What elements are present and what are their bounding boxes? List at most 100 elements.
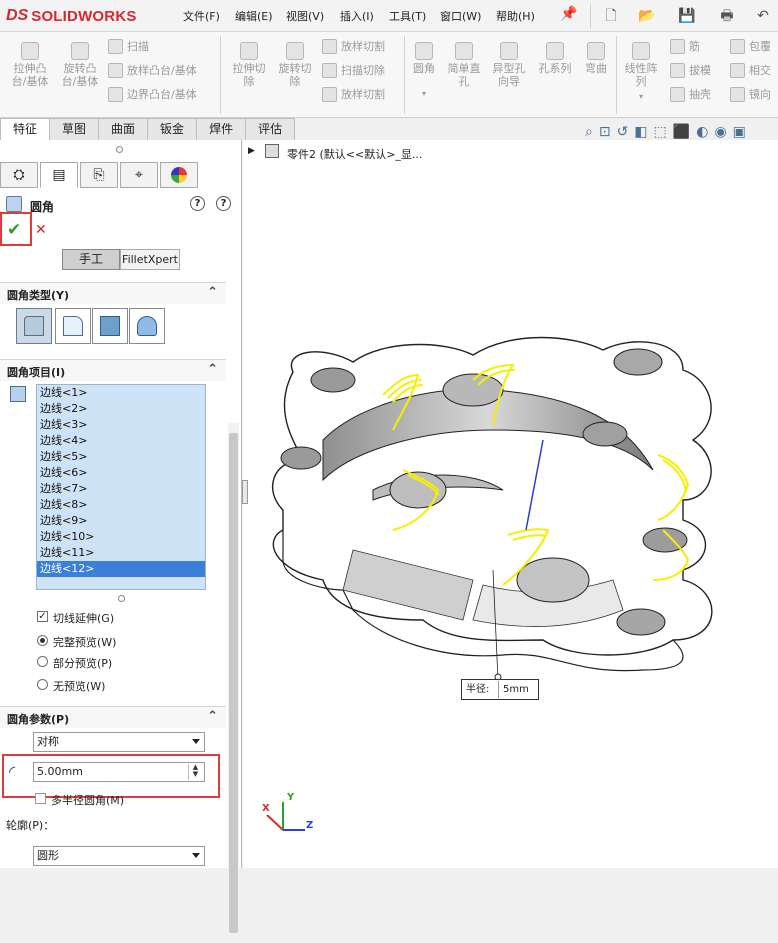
tab-evaluate[interactable]: 评估 <box>245 118 296 140</box>
manual-mode-button[interactable]: 手工 <box>62 249 120 270</box>
loft-boss-button[interactable]: 放样凸台/基体 <box>108 62 197 78</box>
cancel-x-icon[interactable]: ✕ <box>35 222 47 238</box>
lofted-cut-button[interactable]: 放样切割 <box>322 38 385 54</box>
help-icon[interactable]: ? <box>216 196 231 211</box>
appearance-icon[interactable]: ◉ <box>714 124 726 140</box>
draft-button[interactable]: 拔模 <box>670 62 711 78</box>
flex-button[interactable]: 弯曲 <box>578 42 614 75</box>
open-folder-icon[interactable]: 📂 <box>636 5 658 25</box>
menu-file[interactable]: 文件(F) <box>183 8 220 24</box>
tab-property-manager[interactable]: ▤ <box>40 162 78 188</box>
boundary-boss-button[interactable]: 边界凸台/基体 <box>108 86 197 102</box>
radius-input[interactable]: 5.00mm ▲ ▼ <box>33 762 205 782</box>
panel-scrollbar[interactable] <box>228 423 239 943</box>
fillet-type-header[interactable]: 圆角类型(Y) ⌃ <box>0 282 226 304</box>
panel-splitter-handle[interactable] <box>116 146 123 153</box>
revolve-cut-button[interactable]: 旋转切 除 <box>272 42 318 88</box>
linear-pattern-button[interactable]: 线性阵 列 ▾ <box>618 42 664 103</box>
list-resize-handle[interactable] <box>118 595 125 602</box>
fillet-method-select[interactable]: 对称 <box>33 732 205 752</box>
edge-list[interactable]: 边线<1> 边线<2> 边线<3> 边线<4> 边线<5> 边线<6> 边线<7… <box>36 384 206 590</box>
undo-icon[interactable]: ↶ <box>752 5 774 25</box>
chevron-up-icon[interactable]: ⌃ <box>207 285 218 300</box>
face-fillet-button[interactable] <box>92 308 128 344</box>
list-item[interactable]: 边线<11> <box>37 545 205 561</box>
pattern-dropdown-icon[interactable]: ▾ <box>618 90 664 103</box>
menu-insert[interactable]: 插入(I) <box>340 8 374 24</box>
scene-icon[interactable]: ▣ <box>733 124 746 140</box>
tab-sketch[interactable]: 草图 <box>49 118 100 140</box>
chevron-up-icon[interactable]: ⌃ <box>207 709 218 724</box>
list-item[interactable]: 边线<7> <box>37 481 205 497</box>
list-item[interactable]: 边线<5> <box>37 449 205 465</box>
list-item[interactable]: 边线<1> <box>37 385 205 401</box>
swept-cut-button[interactable]: 扫描切除 <box>322 62 385 78</box>
new-document-icon[interactable]: 🗋 <box>600 5 622 25</box>
mirror-button[interactable]: 镜向 <box>730 86 771 102</box>
menu-window[interactable]: 窗口(W) <box>440 8 481 24</box>
rib-button[interactable]: 筋 <box>670 38 711 54</box>
list-item[interactable]: 边线<9> <box>37 513 205 529</box>
tab-dimxpert-manager[interactable]: ⌖ <box>120 162 158 188</box>
menu-edit[interactable]: 编辑(E) <box>235 8 273 24</box>
fillet-params-header[interactable]: 圆角参数(P) ⌃ <box>0 706 226 728</box>
callout-value[interactable]: 5mm <box>498 681 538 698</box>
hide-show-icon[interactable]: ◐ <box>696 124 708 140</box>
tab-feature-manager[interactable]: ⛭ <box>0 162 38 188</box>
tab-sheet-metal[interactable]: 钣金 <box>147 118 198 140</box>
hole-series-button[interactable]: 孔系列 <box>532 42 578 75</box>
simple-hole-button[interactable]: 简单直 孔 <box>442 42 486 88</box>
extrude-cut-button[interactable]: 拉伸切 除 <box>226 42 272 88</box>
no-preview-radio[interactable] <box>37 679 48 690</box>
shell-button[interactable]: 抽壳 <box>670 86 711 102</box>
extrude-boss-button[interactable]: 拉伸凸 台/基体 <box>6 42 54 88</box>
menu-view[interactable]: 视图(V) <box>286 8 324 24</box>
filletxpert-mode-button[interactable]: FilletXpert <box>120 249 180 270</box>
section-view-icon[interactable]: ◧ <box>634 124 647 140</box>
revolve-boss-button[interactable]: 旋转凸 台/基体 <box>56 42 104 88</box>
previous-view-icon[interactable]: ↺ <box>617 124 629 140</box>
tangent-propagation-checkbox[interactable]: ✓ <box>37 611 48 622</box>
list-item[interactable]: 边线<4> <box>37 433 205 449</box>
tab-configuration-manager[interactable]: ⎘ <box>80 162 118 188</box>
list-item[interactable]: 边线<8> <box>37 497 205 513</box>
save-icon[interactable]: 💾 <box>676 5 698 25</box>
scrollbar-thumb[interactable] <box>229 433 238 933</box>
tab-features[interactable]: 特征 <box>0 118 51 140</box>
tab-surfaces[interactable]: 曲面 <box>98 118 149 140</box>
whats-wrong-help-icon[interactable]: ? <box>190 196 205 211</box>
full-round-fillet-button[interactable] <box>129 308 165 344</box>
list-item[interactable]: 边线<6> <box>37 465 205 481</box>
chevron-up-icon[interactable]: ⌃ <box>207 362 218 377</box>
ok-check-icon[interactable]: ✔ <box>7 220 21 240</box>
view-orientation-icon[interactable]: ⬚ <box>654 124 667 140</box>
tab-weldments[interactable]: 焊件 <box>196 118 247 140</box>
list-item[interactable]: 边线<2> <box>37 401 205 417</box>
menu-help[interactable]: 帮助(H) <box>496 8 535 24</box>
fillet-dropdown-icon[interactable]: ▾ <box>406 87 442 100</box>
full-preview-radio[interactable] <box>37 635 48 646</box>
fillet-button[interactable]: 圆角 ▾ <box>406 42 442 100</box>
graphics-area[interactable]: ⌕ ⊡ ↺ ◧ ⬚ ⬛ ◐ ◉ ▣ ▶ 零件2 (默认<<默认>_显... 半径… <box>242 124 778 868</box>
solidworks-logo[interactable]: DS SOLIDWORKS <box>6 4 137 28</box>
list-item[interactable]: 边线<10> <box>37 529 205 545</box>
list-item-selected[interactable]: 边线<12> <box>37 561 205 577</box>
radius-spinner[interactable]: ▲ ▼ <box>188 764 202 780</box>
radius-callout[interactable]: 半径: 5mm <box>461 679 539 700</box>
sweep-button[interactable]: 扫描 <box>108 38 197 54</box>
multi-radius-checkbox[interactable] <box>35 793 46 804</box>
hole-wizard-button[interactable]: 异型孔 向导 <box>486 42 532 88</box>
list-item[interactable]: 边线<3> <box>37 417 205 433</box>
variable-size-fillet-button[interactable] <box>55 308 91 344</box>
zoom-to-area-icon[interactable]: ⊡ <box>599 124 611 140</box>
constant-size-fillet-button[interactable] <box>16 308 52 344</box>
tab-display-manager[interactable] <box>160 162 198 188</box>
intersect-button[interactable]: 相交 <box>730 62 771 78</box>
fillet-items-header[interactable]: 圆角项目(I) ⌃ <box>0 359 226 381</box>
zoom-to-fit-icon[interactable]: ⌕ <box>585 124 593 140</box>
wrap-button[interactable]: 包覆 <box>730 38 771 54</box>
profile-select[interactable]: 圆形 <box>33 846 205 866</box>
print-icon[interactable]: 🖶 <box>716 5 738 25</box>
pin-icon[interactable]: 📌 <box>560 6 577 22</box>
partial-preview-radio[interactable] <box>37 656 48 667</box>
